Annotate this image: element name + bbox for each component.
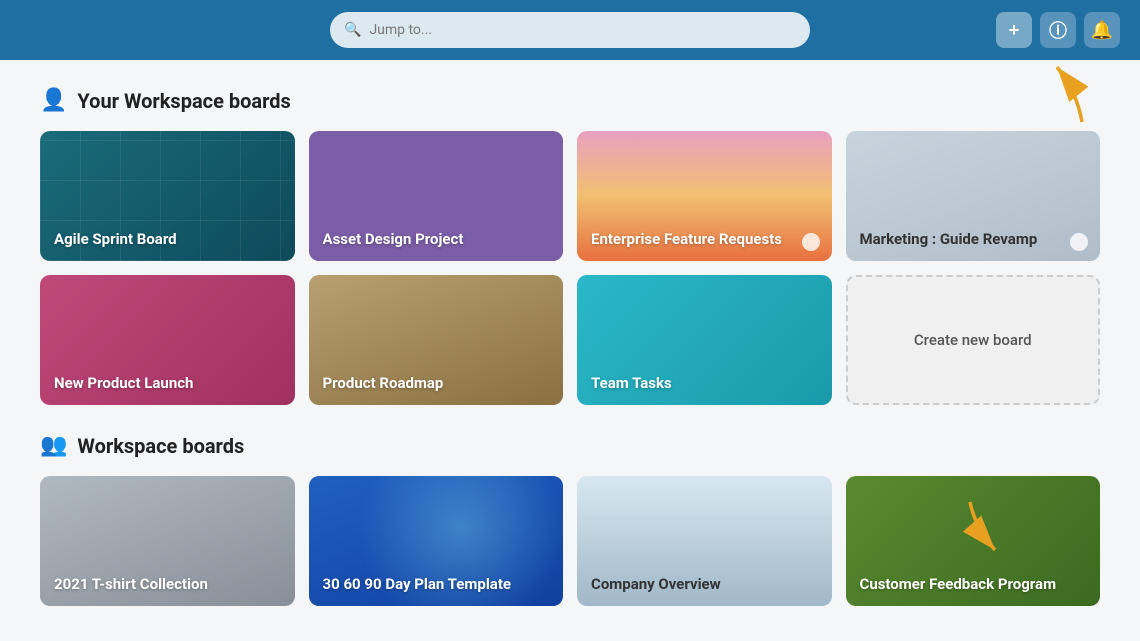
workspace-boards2-grid: 2021 T-shirt Collection 30 60 90 Day Pla… — [40, 476, 1100, 606]
search-placeholder: Jump to... — [369, 22, 432, 38]
workspace-boards-grid: Agile Sprint Board Asset Design Project … — [40, 131, 1100, 405]
board-30-60-90-title: 30 60 90 Day Plan Template — [323, 575, 512, 595]
bell-button[interactable]: 🔔 — [1084, 12, 1120, 48]
board-customer-feedback[interactable]: Customer Feedback Program — [846, 476, 1101, 606]
workspace-title: Your Workspace boards — [77, 89, 290, 113]
board-asset-design[interactable]: Asset Design Project — [309, 131, 564, 261]
board-marketing-title: Marketing : Guide Revamp — [860, 230, 1038, 250]
board-company-overview[interactable]: Company Overview — [577, 476, 832, 606]
board-team-tasks-title: Team Tasks — [591, 374, 672, 394]
board-enterprise-title: Enterprise Feature Requests — [591, 230, 782, 250]
board-create-new[interactable]: Create new board — [846, 275, 1101, 405]
workspace-boards2-header: 👥 Workspace boards — [40, 433, 1100, 458]
main-content: 👤 Your Workspace boards Agile Sprint Boa… — [0, 60, 1140, 626]
board-product-roadmap-title: Product Roadmap — [323, 374, 444, 394]
board-30-60-90[interactable]: 30 60 90 Day Plan Template — [309, 476, 564, 606]
workspace-icon: 👤 — [40, 88, 67, 113]
info-button[interactable]: ⓘ — [1040, 12, 1076, 48]
workspace2-icon: 👥 — [40, 433, 67, 458]
board-enterprise-dot — [802, 233, 820, 251]
header-actions: + ⓘ 🔔 — [996, 12, 1120, 48]
board-company-title: Company Overview — [591, 575, 721, 595]
workspace-boards2-section: 👥 Workspace boards 2021 T-shirt Collecti… — [40, 433, 1100, 606]
board-customer-title: Customer Feedback Program — [860, 575, 1057, 595]
board-enterprise[interactable]: Enterprise Feature Requests — [577, 131, 832, 261]
board-create-title: Create new board — [914, 331, 1032, 349]
board-new-product-title: New Product Launch — [54, 374, 193, 394]
search-icon: 🔍 — [344, 22, 361, 38]
board-asset-title: Asset Design Project — [323, 230, 464, 250]
board-new-product[interactable]: New Product Launch — [40, 275, 295, 405]
board-agile-title: Agile Sprint Board — [54, 230, 177, 250]
board-tshirt-title: 2021 T-shirt Collection — [54, 575, 208, 595]
board-product-roadmap[interactable]: Product Roadmap — [309, 275, 564, 405]
board-marketing-dot — [1070, 233, 1088, 251]
header: 🔍 Jump to... + ⓘ 🔔 — [0, 0, 1140, 60]
search-bar[interactable]: 🔍 Jump to... — [330, 12, 810, 48]
board-marketing[interactable]: Marketing : Guide Revamp — [846, 131, 1101, 261]
board-agile-sprint[interactable]: Agile Sprint Board — [40, 131, 295, 261]
board-team-tasks[interactable]: Team Tasks — [577, 275, 832, 405]
add-button[interactable]: + — [996, 12, 1032, 48]
workspace2-title: Workspace boards — [77, 434, 244, 458]
board-tshirt[interactable]: 2021 T-shirt Collection — [40, 476, 295, 606]
workspace-boards-header: 👤 Your Workspace boards — [40, 88, 1100, 113]
